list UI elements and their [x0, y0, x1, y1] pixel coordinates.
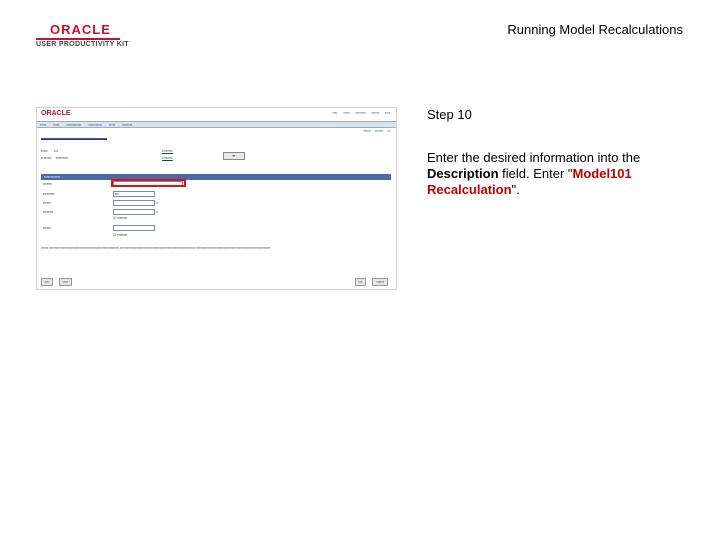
screenshot-runcontrol-label: ▪▪▪▪▪▪▪▪ ▪▪▪▪▪▪▪▪▪	[41, 156, 69, 160]
oracle-upk-logo: ORACLE USER PRODUCTIVITY KIT	[36, 22, 136, 48]
screenshot-bottom-buttons: ▪▪▪ ▪▪▪▪	[41, 278, 72, 286]
screenshot-report-manager-link: ▪▪▪▪▪▪▪▪	[162, 149, 173, 153]
screenshot-description-label: ▪▪▪▪▪▪▪	[43, 182, 52, 186]
instruction-text-mid: field. Enter "	[498, 166, 573, 181]
instruction-field-name: Description	[427, 166, 499, 181]
screenshot-field2-label: ▪▪▪▪▪▪▪▪▪	[43, 192, 55, 196]
screenshot-bottom-right-buttons: ▪▪▪ ▪▪▪▪▪▪	[354, 278, 388, 286]
screenshot-info-text: ▪▪▪▪▪▪ ▪▪▪▪▪▪▪▪▪▪▪▪▪▪▪▪▪▪▪▪▪▪▪▪▪▪▪▪▪▪▪▪▪…	[41, 246, 271, 250]
upk-wordmark: USER PRODUCTIVITY KIT	[36, 41, 129, 48]
oracle-wordmark: ORACLE	[50, 22, 111, 37]
description-field-highlight	[111, 179, 186, 187]
screenshot-oracle-logo: ORACLE	[41, 110, 71, 117]
screenshot-top-links: ▪▪▪▪ ▪▪▪▪▪ ▪▪▪▪▪▪▪▪ ▪▪▪▪▪▪ ▪▪▪▪	[332, 111, 390, 115]
screenshot-field5-label: ▪▪▪▪▪▪	[43, 226, 51, 230]
screenshot-field3-label: ▪▪▪▪▪▪	[43, 201, 51, 205]
screenshot-page-links: ▪▪▪▪▪▪ ▪▪▪▪▪▪▪ ▪▪	[363, 129, 390, 133]
logo-divider	[36, 38, 120, 40]
screenshot-section-band: ▪▪▪▪▪▪▪▪▪▪▪▪	[41, 174, 391, 180]
page-title: Running Model Recalculations	[507, 22, 683, 37]
screenshot-field5-input	[113, 225, 155, 231]
screenshot-field2-select: ▪▪▪	[113, 191, 155, 197]
screenshot-lookup-icon: ⌕	[156, 200, 159, 205]
instruction-text-post: ".	[511, 182, 520, 197]
screenshot-header: ORACLE ▪▪▪▪ ▪▪▪▪▪ ▪▪▪▪▪▪▪▪ ▪▪▪▪▪▪ ▪▪▪▪	[37, 108, 396, 120]
application-screenshot: ORACLE ▪▪▪▪ ▪▪▪▪▪ ▪▪▪▪▪▪▪▪ ▪▪▪▪▪▪ ▪▪▪▪ ▪▪▪▪▪…	[36, 107, 397, 290]
screenshot-field4-label: ▪▪▪▪▪▪▪▪	[43, 210, 54, 214]
screenshot-process-monitor-link: ▪▪▪▪▪▪▪▪	[162, 156, 173, 160]
screenshot-lookup-icon: ⌕	[156, 209, 159, 214]
screenshot-page-title: ▬▬▬▬▬▬▬▬▬▬▬	[41, 136, 107, 142]
screenshot-checkbox-2: ☑ ▪▪▪▪▪▪▪▪	[113, 233, 128, 237]
screenshot-userid-label: ▪▪▪▪▪ ▪▪▪	[41, 149, 59, 153]
screenshot-checkbox-1: ☑ ▪▪▪▪▪▪▪▪	[113, 216, 128, 220]
step-label: Step 10	[427, 107, 472, 122]
screenshot-nav-bar: ▪▪▪▪▪ ▪▪▪▪▪ ▪▪▪▪▪▪▪▪▪▪▪▪ ▪▪▪▪▪▪▪▪▪▪▪ ▪▪▪▪▪ ▪▪…	[37, 121, 396, 128]
screenshot-field3-input	[113, 200, 155, 206]
screenshot-field4-input	[113, 209, 155, 215]
step-instruction: Enter the desired information into the D…	[427, 150, 697, 198]
screenshot-run-button: ▪▪	[223, 152, 245, 160]
instruction-text-pre: Enter the desired information into the	[427, 150, 641, 165]
